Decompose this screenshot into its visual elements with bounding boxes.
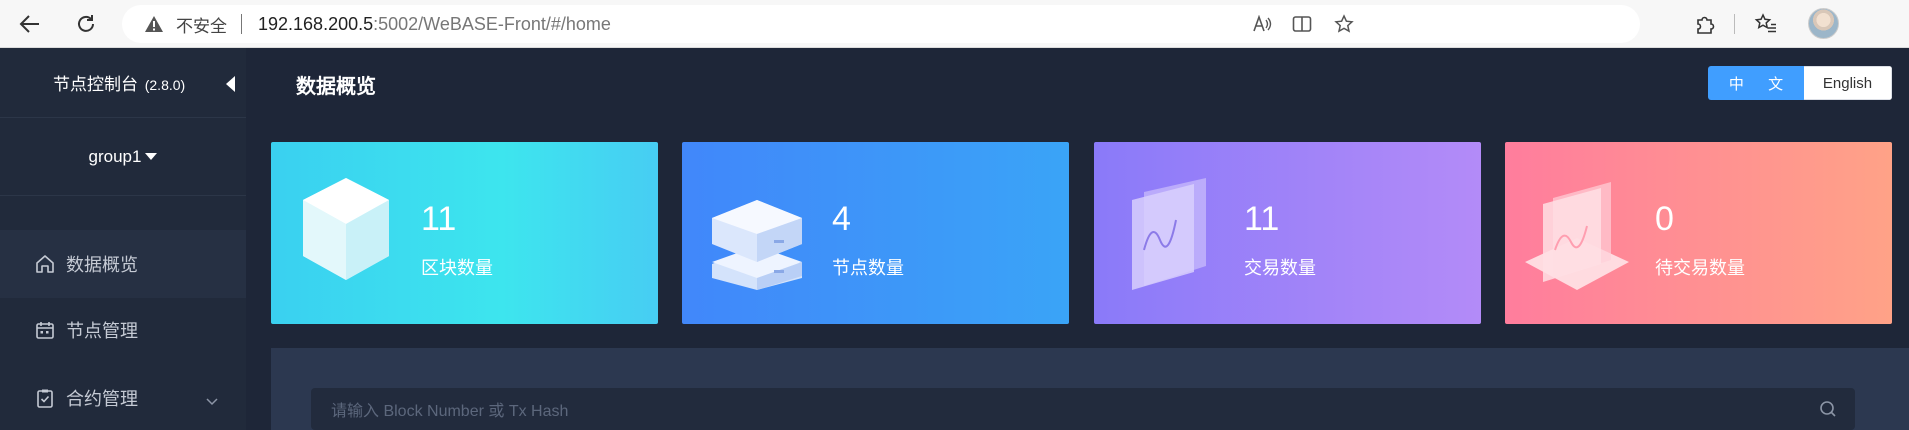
puzzle-icon <box>1697 16 1715 34</box>
search-panel: 请输入 Block Number 或 Tx Hash <box>271 348 1909 430</box>
pending-transaction-value: 0 <box>1655 200 1674 238</box>
sidebar-item-label: 节点管理 <box>66 321 138 341</box>
console-title-text: 节点控制台 <box>53 75 138 94</box>
warning-icon <box>144 13 166 35</box>
collapse-sidebar-icon[interactable] <box>226 76 235 92</box>
clipboard-check-icon <box>34 387 56 409</box>
search-input[interactable]: 请输入 Block Number 或 Tx Hash <box>311 388 1855 430</box>
sidebar-item-label: 数据概览 <box>66 255 138 275</box>
transaction-count-value: 11 <box>1244 200 1280 238</box>
read-aloud-icon[interactable] <box>1250 12 1274 36</box>
chevron-down-icon <box>205 391 219 412</box>
pending-transaction-label: 待交易数量 <box>1655 258 1745 278</box>
block-count-label: 区块数量 <box>421 258 493 278</box>
browser-toolbar: 不安全 192.168.200.5:5002/WeBASE-Front/#/ho… <box>0 0 1909 48</box>
profile-avatar[interactable] <box>1808 8 1839 39</box>
pending-transaction-icon <box>1525 182 1629 290</box>
node-count-label: 节点数量 <box>832 258 904 278</box>
page-title: 数据概览 <box>296 76 376 98</box>
lang-chinese-button[interactable]: 中 文 <box>1708 66 1804 100</box>
sidebar: 节点控制台 (2.8.0) group1 数据概览 节点管理 合约管理 <box>0 48 246 430</box>
console-title: 节点控制台 (2.8.0) <box>53 70 185 95</box>
back-button[interactable] <box>14 8 46 40</box>
reload-button[interactable] <box>70 8 102 40</box>
search-placeholder: 请输入 Block Number 或 Tx Hash <box>331 403 569 420</box>
node-count-value: 4 <box>832 200 851 238</box>
home-icon <box>34 253 56 275</box>
sidebar-header: 节点控制台 (2.8.0) <box>0 48 246 118</box>
url-path: :5002/WeBASE-Front/#/home <box>373 13 611 34</box>
group-selector[interactable]: group1 <box>0 118 246 196</box>
extensions-button[interactable] <box>1690 9 1720 39</box>
pending-transaction-card: 0 待交易数量 <box>1505 142 1892 324</box>
insecure-label[interactable]: 不安全 <box>176 12 227 37</box>
sidebar-item-contract-management[interactable]: 合约管理 <box>0 364 246 430</box>
transaction-count-label: 交易数量 <box>1244 258 1316 278</box>
cube-icon <box>303 178 389 280</box>
favorites-list-icon <box>1754 13 1776 33</box>
search-icon[interactable] <box>1819 400 1837 423</box>
favorites-button[interactable] <box>1751 9 1781 39</box>
url-text[interactable]: 192.168.200.5:5002/WeBASE-Front/#/home <box>258 14 611 35</box>
toolbar-divider <box>1734 14 1735 34</box>
block-count-card: 11 区块数量 <box>271 142 658 324</box>
group-name: group1 <box>88 146 142 166</box>
block-count-value: 11 <box>421 200 457 238</box>
server-stack-icon <box>712 200 802 290</box>
address-separator <box>241 14 242 34</box>
caret-down-icon <box>145 153 158 160</box>
reload-icon <box>78 15 94 32</box>
favorite-star-icon[interactable] <box>1332 12 1356 36</box>
transaction-panels-icon <box>1132 178 1206 290</box>
calendar-icon <box>34 319 56 341</box>
url-host: 192.168.200.5 <box>258 13 374 34</box>
language-switch: 中 文 English <box>1708 66 1892 100</box>
split-screen-icon[interactable] <box>1290 12 1314 36</box>
lang-english-button[interactable]: English <box>1804 66 1892 100</box>
sidebar-item-node-management[interactable]: 节点管理 <box>0 296 246 364</box>
sidebar-item-label: 合约管理 <box>66 389 138 409</box>
main-content: 数据概览 中 文 English 11 区块数量 4 节点数量 11 交易数量 … <box>246 48 1909 430</box>
console-version: (2.8.0) <box>144 77 186 93</box>
arrow-left-icon <box>19 15 39 33</box>
transaction-count-card: 11 交易数量 <box>1094 142 1481 324</box>
address-bar[interactable]: 不安全 192.168.200.5:5002/WeBASE-Front/#/ho… <box>122 5 1640 43</box>
sidebar-item-overview[interactable]: 数据概览 <box>0 230 246 298</box>
node-count-card: 4 节点数量 <box>682 142 1069 324</box>
